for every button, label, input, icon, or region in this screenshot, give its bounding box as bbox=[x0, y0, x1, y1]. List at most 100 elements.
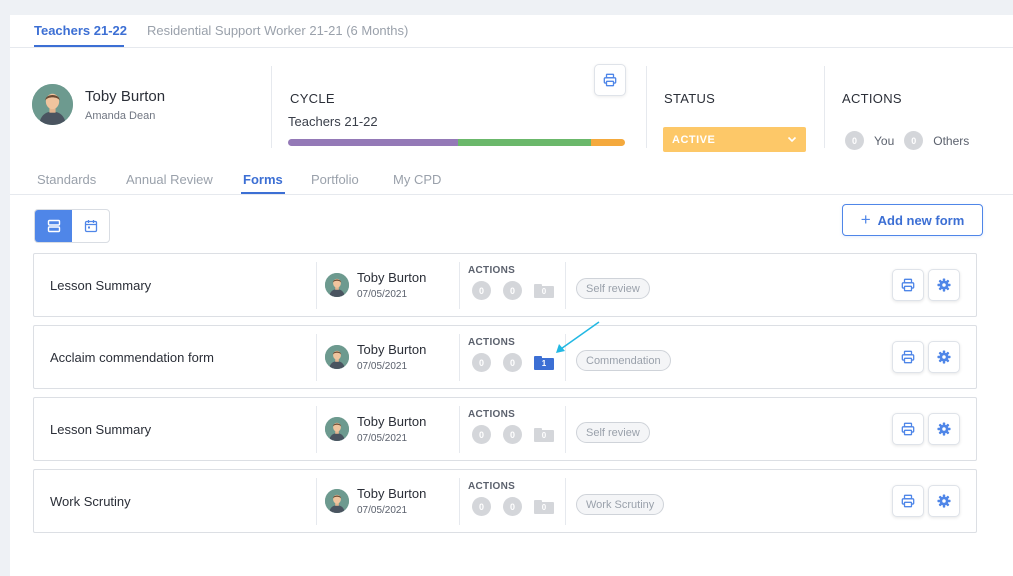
you-count-badge: 0 bbox=[845, 131, 864, 150]
divider bbox=[459, 334, 460, 381]
settings-button[interactable] bbox=[928, 269, 960, 301]
tab-standards[interactable]: Standards bbox=[37, 172, 96, 187]
cycle-label: CYCLE bbox=[290, 91, 335, 106]
divider bbox=[459, 262, 460, 309]
add-new-form-label: Add new form bbox=[877, 212, 965, 228]
avatar bbox=[325, 345, 349, 369]
form-date: 07/05/2021 bbox=[357, 433, 408, 444]
form-row[interactable]: Lesson Summary Toby Burton 07/05/2021 AC… bbox=[33, 397, 977, 461]
status-dropdown[interactable]: ACTIVE bbox=[663, 127, 806, 152]
settings-button[interactable] bbox=[928, 485, 960, 517]
gear-icon bbox=[937, 494, 951, 508]
active-tab-indicator bbox=[241, 192, 285, 194]
action-count-badge: 0 bbox=[503, 425, 522, 444]
tab-portfolio[interactable]: Portfolio bbox=[311, 172, 359, 187]
form-author: Toby Burton bbox=[357, 486, 427, 501]
tab-teachers-21-22[interactable]: Teachers 21-22 bbox=[34, 23, 127, 38]
profile-header: Toby Burton Amanda Dean CYCLE Teachers 2… bbox=[10, 48, 1013, 158]
folder-count: 0 bbox=[534, 285, 554, 298]
folder-icon: 1 bbox=[534, 355, 554, 370]
status-value: ACTIVE bbox=[672, 133, 716, 146]
printer-icon bbox=[901, 494, 915, 508]
settings-button[interactable] bbox=[928, 341, 960, 373]
calendar-view-button[interactable] bbox=[72, 210, 109, 242]
settings-button[interactable] bbox=[928, 413, 960, 445]
plus-icon: + bbox=[860, 209, 871, 229]
printer-icon bbox=[901, 278, 915, 292]
print-button[interactable] bbox=[594, 64, 626, 96]
view-toggle bbox=[34, 209, 110, 243]
avatar bbox=[325, 273, 349, 297]
print-button[interactable] bbox=[892, 341, 924, 373]
gear-icon bbox=[937, 422, 951, 436]
status-label: STATUS bbox=[664, 91, 716, 106]
divider bbox=[459, 478, 460, 525]
tab-my-cpd[interactable]: My CPD bbox=[393, 172, 441, 187]
folder-icon: 0 bbox=[534, 283, 554, 298]
tab-forms[interactable]: Forms bbox=[243, 172, 283, 187]
form-author: Toby Burton bbox=[357, 342, 427, 357]
divider bbox=[271, 66, 272, 148]
divider bbox=[646, 66, 647, 148]
action-count-badge: 0 bbox=[472, 425, 491, 444]
divider bbox=[565, 478, 566, 525]
form-title: Acclaim commendation form bbox=[50, 350, 214, 365]
actions-summary: 0 You 0 Others bbox=[845, 131, 969, 150]
divider bbox=[565, 406, 566, 453]
you-label: You bbox=[874, 133, 895, 148]
form-type-badge: Work Scrutiny bbox=[576, 494, 665, 515]
form-type-badge: Self review bbox=[576, 422, 650, 443]
printer-icon bbox=[901, 350, 915, 364]
action-count-badge: 0 bbox=[503, 281, 522, 300]
form-author: Toby Burton bbox=[357, 414, 427, 429]
form-row[interactable]: Work Scrutiny Toby Burton 07/05/2021 ACT… bbox=[33, 469, 977, 533]
tab-residential-support-worker[interactable]: Residential Support Worker 21-21 (6 Mont… bbox=[147, 23, 408, 38]
avatar bbox=[32, 84, 73, 125]
row-action-counts: 0 0 0 bbox=[472, 281, 554, 300]
folder-count: 0 bbox=[534, 429, 554, 442]
printer-icon bbox=[901, 422, 915, 436]
chevron-down-icon bbox=[787, 136, 797, 143]
action-count-badge: 0 bbox=[472, 497, 491, 516]
action-count-badge: 0 bbox=[503, 497, 522, 516]
others-label: Others bbox=[933, 133, 970, 148]
divider bbox=[316, 262, 317, 309]
form-row[interactable]: Lesson Summary Toby Burton 07/05/2021 AC… bbox=[33, 253, 977, 317]
progress-segment bbox=[288, 139, 459, 146]
printer-icon bbox=[603, 73, 617, 87]
page: Teachers 21-22 Residential Support Worke… bbox=[10, 15, 1013, 576]
list-view-button[interactable] bbox=[35, 210, 72, 242]
list-view-icon bbox=[47, 219, 60, 233]
print-button[interactable] bbox=[892, 485, 924, 517]
print-button[interactable] bbox=[892, 413, 924, 445]
annotation-arrow-icon bbox=[556, 321, 600, 353]
folder-icon: 0 bbox=[534, 427, 554, 442]
divider bbox=[565, 262, 566, 309]
add-new-form-button[interactable]: + Add new form bbox=[842, 204, 983, 236]
active-tab-indicator bbox=[34, 45, 124, 47]
form-row[interactable]: Acclaim commendation form Toby Burton 07… bbox=[33, 325, 977, 389]
form-title: Lesson Summary bbox=[50, 278, 152, 293]
print-button[interactable] bbox=[892, 269, 924, 301]
form-author: Toby Burton bbox=[357, 270, 427, 285]
tab-annual-review[interactable]: Annual Review bbox=[126, 172, 213, 187]
divider bbox=[316, 334, 317, 381]
cycle-tabs: Teachers 21-22 Residential Support Worke… bbox=[10, 15, 1013, 48]
profile-subtitle: Amanda Dean bbox=[85, 110, 156, 122]
row-action-counts: 0 0 0 bbox=[472, 425, 554, 444]
divider bbox=[459, 406, 460, 453]
row-actions-label: ACTIONS bbox=[468, 481, 516, 492]
row-actions-label: ACTIONS bbox=[468, 409, 516, 420]
avatar bbox=[325, 489, 349, 513]
form-title: Work Scrutiny bbox=[50, 494, 131, 509]
gear-icon bbox=[937, 278, 951, 292]
progress-segment bbox=[591, 139, 625, 146]
divider bbox=[824, 66, 825, 148]
cycle-progress-bar bbox=[288, 139, 625, 146]
divider bbox=[316, 478, 317, 525]
form-date: 07/05/2021 bbox=[357, 505, 408, 516]
others-count-badge: 0 bbox=[904, 131, 924, 150]
form-date: 07/05/2021 bbox=[357, 361, 408, 372]
actions-label: ACTIONS bbox=[842, 91, 902, 106]
folder-count: 0 bbox=[534, 501, 554, 514]
